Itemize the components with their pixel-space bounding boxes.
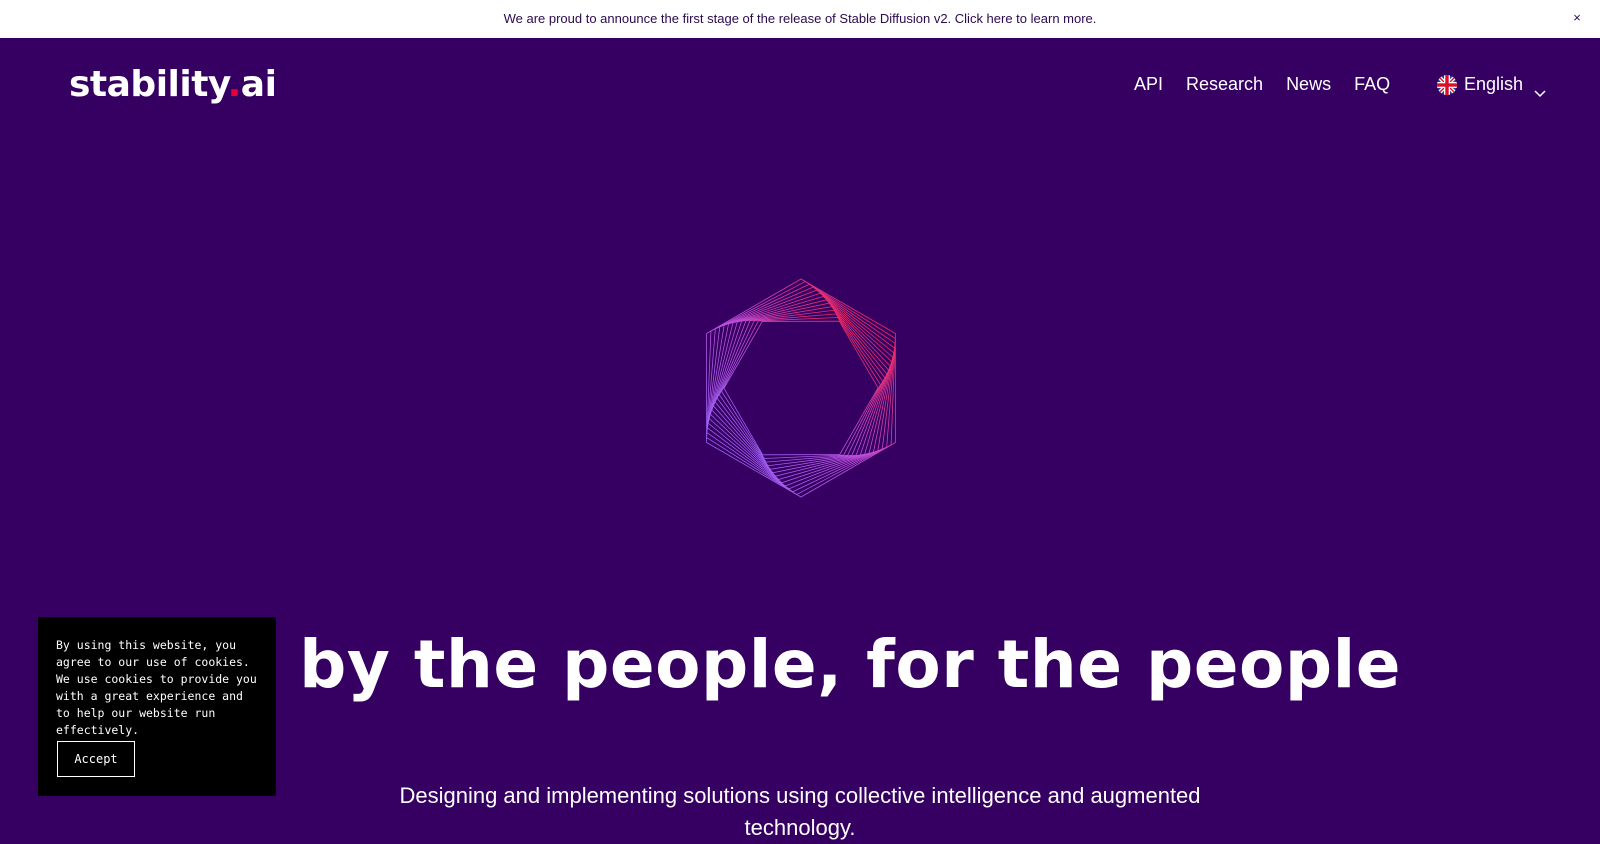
hero-subtitle: Designing and implementing solutions usi… <box>399 783 1201 840</box>
nav-research[interactable]: Research <box>1186 74 1263 95</box>
hexagon-line <box>706 283 896 493</box>
hexagon-line <box>711 299 891 477</box>
hexagon-line <box>707 286 895 490</box>
logo-dot: . <box>227 64 242 105</box>
hexagon-line <box>710 296 892 480</box>
hexagon-line <box>713 302 889 474</box>
announcement-bar: We are proud to announce the first stage… <box>0 0 1600 38</box>
logo-wordmark: stability <box>69 64 228 105</box>
hexagon-logo-graphic <box>706 278 896 498</box>
hexagon-line <box>716 309 886 467</box>
accept-cookies-button[interactable]: Accept <box>57 741 135 777</box>
language-selector[interactable]: English <box>1437 74 1546 98</box>
announcement-link[interactable]: We are proud to announce the first stage… <box>504 11 1097 26</box>
close-icon[interactable]: × <box>1568 0 1586 38</box>
logo-suffix: ai <box>240 64 277 105</box>
hexagon-line <box>714 306 888 470</box>
site-logo[interactable]: stability.ai <box>69 64 277 105</box>
nav-faq[interactable]: FAQ <box>1354 74 1390 95</box>
uk-flag-icon <box>1437 74 1457 95</box>
chevron-down-icon <box>1534 82 1546 98</box>
hexagon-line <box>706 281 896 495</box>
main-nav: API Research News FAQ <box>1134 74 1390 95</box>
nav-news[interactable]: News <box>1286 74 1331 95</box>
cookie-text: By using this website, you agree to our … <box>56 638 257 737</box>
cookie-banner: By using this website, you agree to our … <box>38 617 276 796</box>
language-label: English <box>1464 74 1524 94</box>
nav-api[interactable]: API <box>1134 74 1163 95</box>
